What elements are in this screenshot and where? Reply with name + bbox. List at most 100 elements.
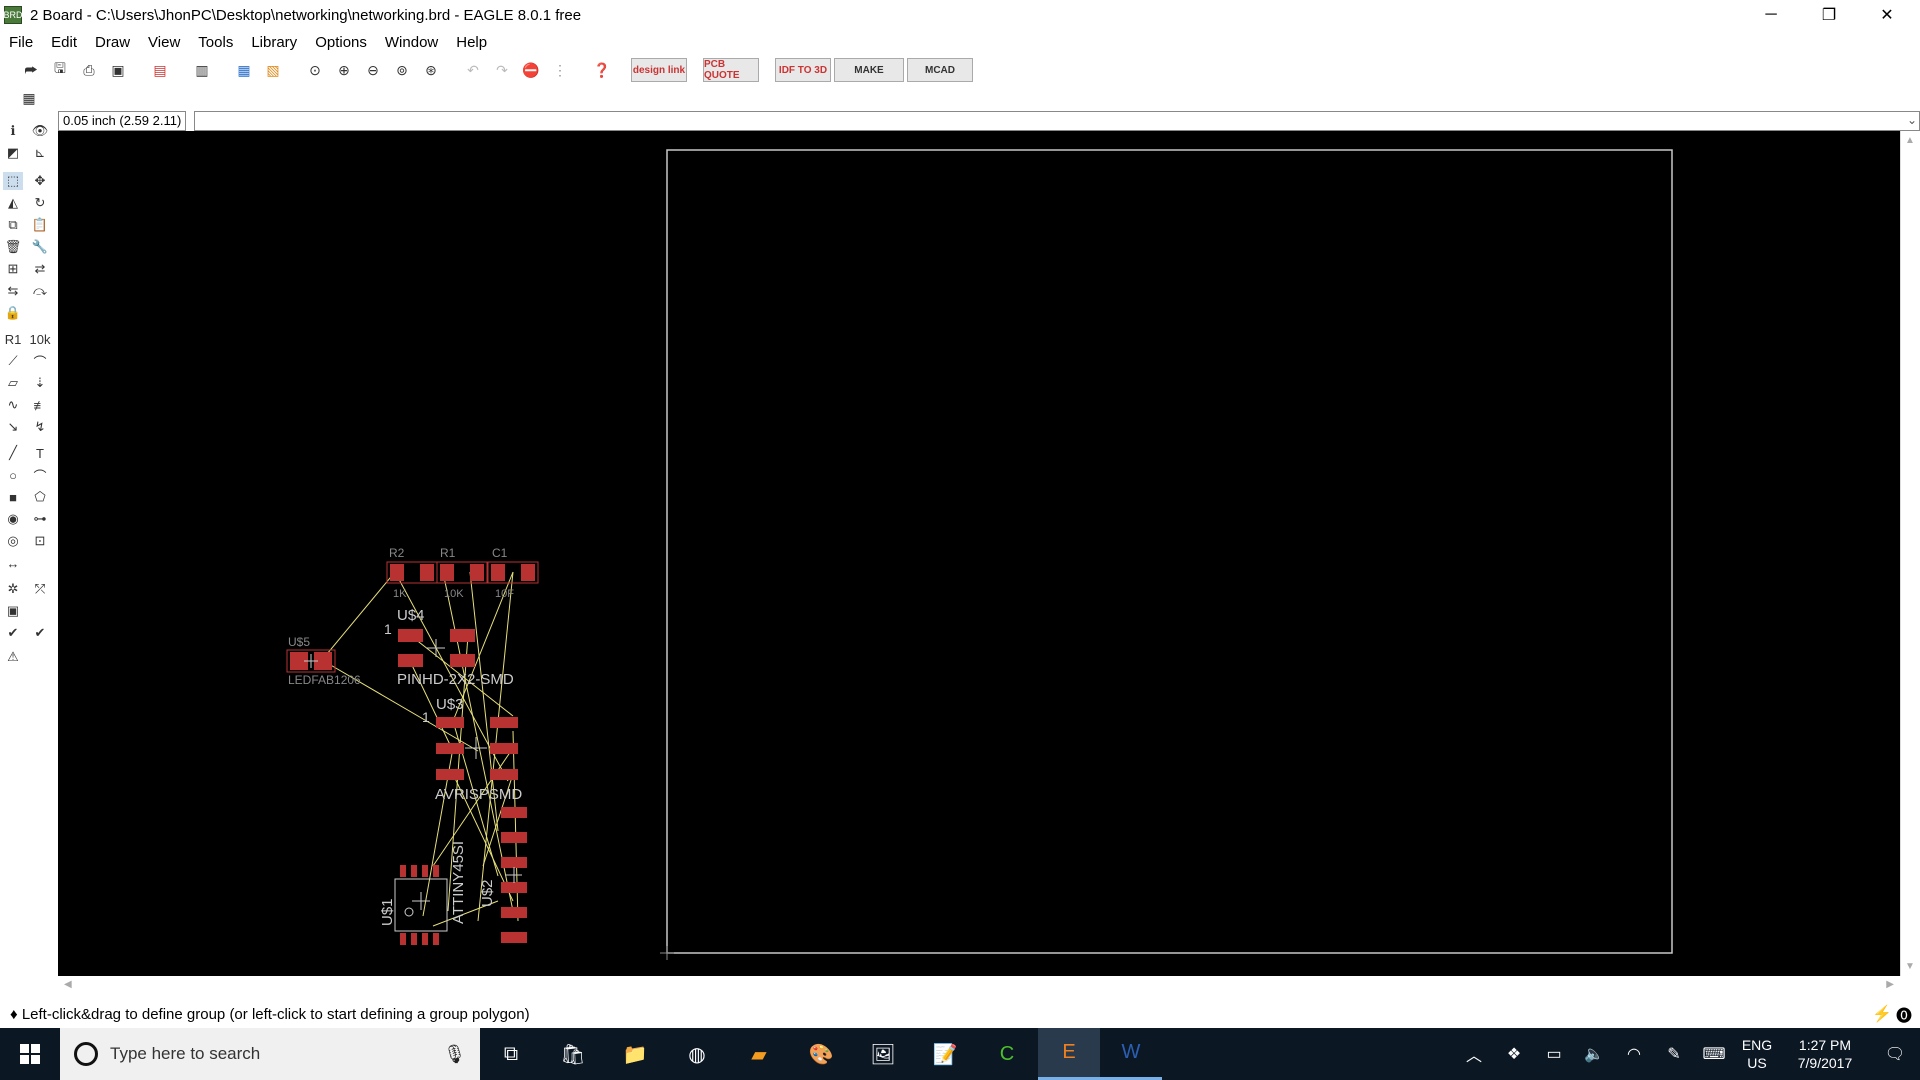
mirror-icon[interactable]: ◭ — [3, 194, 23, 212]
zoom-in-icon[interactable]: ⊕ — [331, 58, 357, 82]
mcad-button[interactable]: MCAD — [907, 58, 973, 82]
zoom-out-icon[interactable]: ⊖ — [360, 58, 386, 82]
swap-icon[interactable]: ⇆ — [3, 282, 23, 300]
lock-icon[interactable]: 🔒 — [3, 304, 23, 322]
paint-icon[interactable]: 🎨 — [790, 1028, 852, 1080]
microphone-icon[interactable]: 🎙 — [443, 1044, 466, 1065]
undo-icon[interactable]: ↶ — [460, 58, 486, 82]
word-icon[interactable]: W — [1100, 1028, 1162, 1080]
rotate-icon[interactable]: ↻ — [30, 194, 50, 212]
redo-icon[interactable]: ↷ — [489, 58, 515, 82]
ulp-icon[interactable]: ▧ — [260, 58, 286, 82]
menu-library[interactable]: Library — [242, 34, 306, 51]
replace-icon[interactable]: ⇄ — [30, 260, 50, 278]
clock[interactable]: 1:27 PM 7/9/2017 — [1780, 1036, 1870, 1072]
battery-icon[interactable]: ▭ — [1534, 1044, 1574, 1064]
scroll-left-icon[interactable]: ◀ — [64, 979, 72, 990]
attribute-icon[interactable]: ⊡ — [30, 532, 50, 550]
volume-icon[interactable]: 🔈 — [1574, 1044, 1614, 1064]
menu-options[interactable]: Options — [306, 34, 376, 51]
wifi-icon[interactable]: ◠ — [1614, 1044, 1654, 1064]
windows-start-icon[interactable] — [0, 1028, 60, 1080]
open-icon[interactable]: ⮫ — [18, 58, 44, 82]
menu-draw[interactable]: Draw — [86, 34, 139, 51]
menu-edit[interactable]: Edit — [42, 34, 86, 51]
route-multi-icon[interactable]: ≢ — [30, 396, 50, 414]
schematic-switch-icon[interactable]: ▤ — [147, 58, 173, 82]
show-icon[interactable]: 👁 — [30, 122, 50, 140]
info-icon[interactable]: ℹ — [3, 122, 23, 140]
eagle-app-icon[interactable]: BRD — [4, 6, 23, 24]
minimize-button[interactable]: ─ — [1742, 0, 1800, 30]
display-layers-icon[interactable]: ◩ — [3, 144, 23, 162]
stop-command-icon[interactable]: ⓿ — [1896, 1002, 1912, 1026]
hole-icon[interactable]: ◎ — [3, 532, 23, 550]
idf-to-3d-button[interactable]: IDF TO 3D — [775, 58, 831, 82]
ripup-icon[interactable]: ⇣ — [30, 374, 50, 392]
language-indicator[interactable]: ENG US — [1734, 1036, 1780, 1072]
make-button[interactable]: MAKE — [834, 58, 904, 82]
smash-icon[interactable]: ⤼ — [30, 282, 50, 300]
zoom-last-icon[interactable]: ⊛ — [418, 58, 444, 82]
library-icon[interactable]: ▥ — [189, 58, 215, 82]
dimension-icon[interactable]: ↔ — [3, 554, 23, 572]
meander-icon[interactable]: ∿ — [3, 396, 23, 414]
split-icon[interactable]: ⟋ — [3, 352, 23, 370]
menu-file[interactable]: File — [0, 34, 42, 51]
chevron-down-icon[interactable]: ⌄ — [1907, 113, 1917, 127]
photos-icon[interactable]: 🖼 — [852, 1028, 914, 1080]
eagle-taskbar-icon[interactable]: E — [1038, 1028, 1100, 1080]
taskbar-search-box[interactable]: Type here to search 🎙 — [60, 1028, 480, 1080]
close-button[interactable]: ✕ — [1858, 0, 1916, 30]
copy-icon[interactable]: ⧉ — [3, 216, 23, 234]
file-explorer-icon[interactable]: 📁 — [604, 1028, 666, 1080]
add-icon[interactable]: ⊞ — [3, 260, 23, 278]
menu-view[interactable]: View — [139, 34, 189, 51]
board-icon[interactable]: ▣ — [3, 602, 23, 620]
mark-icon[interactable]: ⊾ — [30, 144, 50, 162]
cam-processor-icon[interactable]: ▣ — [105, 58, 131, 82]
chrome-icon[interactable]: ◍ — [666, 1028, 728, 1080]
scroll-down-icon[interactable]: ▼ — [1905, 961, 1915, 972]
lightning-icon[interactable]: ⚡ — [1872, 1004, 1892, 1024]
stop-icon[interactable]: ⛔ — [518, 58, 544, 82]
restore-button[interactable]: ❐ — [1800, 0, 1858, 30]
optimize-icon[interactable]: ▱ — [3, 374, 23, 392]
arc-icon[interactable]: ⌒ — [30, 466, 50, 484]
zoom-select-icon[interactable]: ⊚ — [389, 58, 415, 82]
design-link-button[interactable]: design link — [631, 58, 687, 82]
group-icon[interactable]: ⬚ — [3, 172, 23, 190]
app-c-icon[interactable]: C — [976, 1028, 1038, 1080]
ratsnest-icon[interactable]: ✲ — [3, 580, 23, 598]
erc-icon[interactable]: ✔ — [3, 624, 23, 642]
vertical-scrollbar[interactable]: ▲ ▼ — [1900, 131, 1920, 976]
scroll-up-icon[interactable]: ▲ — [1905, 135, 1915, 146]
drc-icon[interactable]: ✔ — [30, 624, 50, 642]
scroll-right-icon[interactable]: ▶ — [1886, 979, 1894, 990]
editor-icon[interactable]: 📝 — [914, 1028, 976, 1080]
route-icon[interactable]: ↘ — [3, 418, 23, 436]
value-icon[interactable]: 10k — [30, 330, 51, 348]
script-icon[interactable]: ▦ — [231, 58, 257, 82]
move-icon[interactable]: ✥ — [30, 172, 50, 190]
miter-icon[interactable]: ⌒ — [30, 352, 50, 370]
text-icon[interactable]: T — [30, 444, 50, 462]
store-icon[interactable]: 🛍 — [542, 1028, 604, 1080]
paste-icon[interactable]: 📋 — [30, 216, 50, 234]
save-icon[interactable]: 🖫 — [47, 58, 73, 82]
auto-icon[interactable]: ⤱ — [30, 580, 50, 598]
zoom-fit-icon[interactable]: ⊙ — [302, 58, 328, 82]
polygon-icon[interactable]: ⬠ — [30, 488, 50, 506]
dropbox-icon[interactable]: ❖ — [1494, 1044, 1534, 1064]
pen-icon[interactable]: ✎ — [1654, 1044, 1694, 1064]
help-icon[interactable]: ❓ — [589, 58, 615, 82]
rectangle-icon[interactable]: ■ — [3, 488, 23, 506]
delete-icon[interactable]: 🗑 — [3, 238, 23, 256]
pcb-quote-button[interactable]: PCB QUOTE — [703, 58, 759, 82]
menu-tools[interactable]: Tools — [189, 34, 242, 51]
circle-icon[interactable]: ○ — [3, 466, 23, 484]
line-icon[interactable]: ╱ — [3, 444, 23, 462]
board-canvas[interactable]: R2 1K R1 10K C1 10F U$4 1 PINHD-2X2-SMD … — [58, 131, 1900, 976]
print-icon[interactable]: ⎙ — [76, 58, 102, 82]
autoroute-icon[interactable]: ↯ — [30, 418, 50, 436]
